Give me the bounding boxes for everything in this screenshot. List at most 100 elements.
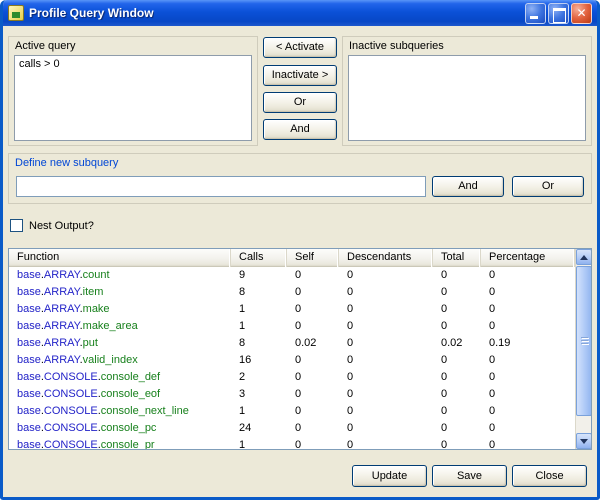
function-name-cell: base.CONSOLE.console_next_line	[9, 403, 231, 420]
nest-output-checkbox[interactable]	[10, 219, 23, 232]
calls-cell: 2	[231, 369, 287, 386]
self-cell: 0	[287, 403, 339, 420]
percentage-cell: 0	[481, 352, 575, 369]
calls-cell: 24	[231, 420, 287, 437]
column-header-self[interactable]: Self	[287, 249, 339, 267]
descendants-cell: 0	[339, 386, 433, 403]
total-cell: 0	[433, 403, 481, 420]
subquery-or-button[interactable]: Or	[512, 176, 584, 197]
function-name-cell: base.ARRAY.count	[9, 267, 231, 284]
self-cell: 0	[287, 352, 339, 369]
self-cell: 0	[287, 437, 339, 450]
total-cell: 0	[433, 437, 481, 450]
percentage-cell: 0	[481, 420, 575, 437]
or-query-button[interactable]: Or	[263, 92, 337, 113]
total-cell: 0	[433, 369, 481, 386]
column-header-descendants[interactable]: Descendants	[339, 249, 433, 267]
calls-cell: 16	[231, 352, 287, 369]
table-row[interactable]: base.ARRAY.item80000	[9, 284, 575, 301]
nest-output-label: Nest Output?	[29, 220, 94, 232]
total-cell: 0.02	[433, 335, 481, 352]
calls-cell: 8	[231, 284, 287, 301]
function-name-cell: base.ARRAY.make	[9, 301, 231, 318]
maximize-icon[interactable]	[548, 3, 569, 24]
window-title: Profile Query Window	[29, 6, 154, 20]
arrow-up-icon	[580, 255, 588, 260]
table-row[interactable]: base.ARRAY.count90000	[9, 267, 575, 284]
close-button[interactable]: Close	[512, 465, 587, 487]
vertical-scrollbar[interactable]	[575, 249, 591, 449]
calls-cell: 1	[231, 318, 287, 335]
active-query-list[interactable]: calls > 0	[14, 55, 252, 141]
descendants-cell: 0	[339, 335, 433, 352]
percentage-cell: 0	[481, 301, 575, 318]
inactive-subqueries-label: Inactive subqueries	[349, 40, 444, 52]
percentage-cell: 0	[481, 386, 575, 403]
column-header-calls[interactable]: Calls	[231, 249, 287, 267]
total-cell: 0	[433, 352, 481, 369]
subquery-and-button[interactable]: And	[432, 176, 504, 197]
self-cell: 0	[287, 318, 339, 335]
calls-cell: 1	[231, 437, 287, 450]
percentage-cell: 0.19	[481, 335, 575, 352]
subquery-input[interactable]	[16, 176, 426, 197]
title-bar[interactable]: Profile Query Window	[3, 0, 597, 26]
descendants-cell: 0	[339, 369, 433, 386]
profile-table: Function Calls Self Descendants Total Pe…	[8, 248, 592, 450]
arrow-down-icon	[580, 439, 588, 444]
dialog-body: Active query calls > 0 < Activate Inacti…	[3, 26, 597, 497]
function-name-cell: base.ARRAY.valid_index	[9, 352, 231, 369]
table-row[interactable]: base.CONSOLE.console_pc240000	[9, 420, 575, 437]
descendants-cell: 0	[339, 352, 433, 369]
table-header: Function Calls Self Descendants Total Pe…	[9, 249, 575, 267]
table-row[interactable]: base.CONSOLE.console_def20000	[9, 369, 575, 386]
table-row[interactable]: base.CONSOLE.console_eof30000	[9, 386, 575, 403]
activate-button[interactable]: < Activate	[263, 37, 337, 58]
function-name-cell: base.ARRAY.make_area	[9, 318, 231, 335]
close-icon[interactable]	[571, 3, 592, 24]
active-query-frame: Active query calls > 0	[8, 36, 258, 146]
active-query-item[interactable]: calls > 0	[15, 56, 251, 72]
self-cell: 0	[287, 386, 339, 403]
percentage-cell: 0	[481, 403, 575, 420]
function-name-cell: base.CONSOLE.console_pc	[9, 420, 231, 437]
inactive-subqueries-list[interactable]	[348, 55, 586, 141]
self-cell: 0	[287, 420, 339, 437]
calls-cell: 8	[231, 335, 287, 352]
total-cell: 0	[433, 284, 481, 301]
column-header-percentage[interactable]: Percentage	[481, 249, 575, 267]
descendants-cell: 0	[339, 420, 433, 437]
function-name-cell: base.ARRAY.put	[9, 335, 231, 352]
descendants-cell: 0	[339, 267, 433, 284]
window-controls	[525, 3, 592, 24]
table-row[interactable]: base.ARRAY.put80.0200.020.19	[9, 335, 575, 352]
column-header-total[interactable]: Total	[433, 249, 481, 267]
scroll-down-icon[interactable]	[576, 433, 592, 449]
table-row[interactable]: base.CONSOLE.console_pr10000	[9, 437, 575, 450]
function-name-cell: base.CONSOLE.console_pr	[9, 437, 231, 450]
table-row[interactable]: base.ARRAY.make_area10000	[9, 318, 575, 335]
scroll-up-icon[interactable]	[576, 249, 592, 265]
descendants-cell: 0	[339, 403, 433, 420]
table-row[interactable]: base.ARRAY.make10000	[9, 301, 575, 318]
minimize-icon[interactable]	[525, 3, 546, 24]
and-query-button[interactable]: And	[263, 119, 337, 140]
function-name-cell: base.CONSOLE.console_def	[9, 369, 231, 386]
table-row[interactable]: base.ARRAY.valid_index160000	[9, 352, 575, 369]
percentage-cell: 0	[481, 267, 575, 284]
descendants-cell: 0	[339, 437, 433, 450]
function-name-cell: base.ARRAY.item	[9, 284, 231, 301]
table-row[interactable]: base.CONSOLE.console_next_line10000	[9, 403, 575, 420]
profile-query-window: Profile Query Window Active query calls …	[0, 0, 600, 500]
total-cell: 0	[433, 301, 481, 318]
update-button[interactable]: Update	[352, 465, 427, 487]
save-button[interactable]: Save	[432, 465, 507, 487]
table-body: base.ARRAY.count90000base.ARRAY.item8000…	[9, 267, 575, 450]
calls-cell: 3	[231, 386, 287, 403]
app-icon[interactable]	[8, 5, 24, 21]
inactivate-button[interactable]: Inactivate >	[263, 65, 337, 86]
descendants-cell: 0	[339, 301, 433, 318]
column-header-function[interactable]: Function	[9, 249, 231, 267]
function-name-cell: base.CONSOLE.console_eof	[9, 386, 231, 403]
scrollbar-thumb[interactable]	[576, 266, 592, 416]
